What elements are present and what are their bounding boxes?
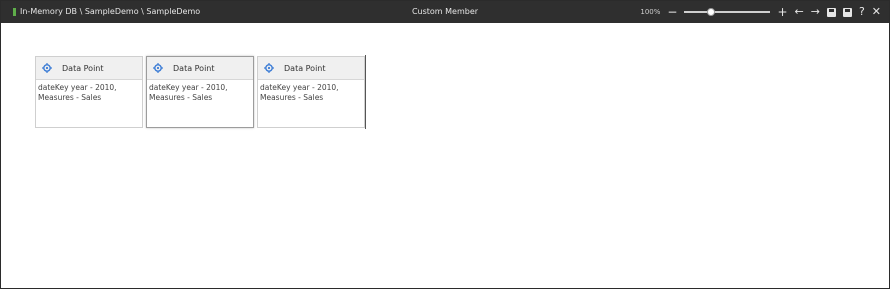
zoom-slider-thumb[interactable]: [707, 8, 716, 16]
card-line-2: Measures - Sales: [149, 93, 213, 102]
card-title: Data Point: [284, 63, 326, 73]
help-icon[interactable]: ?: [859, 6, 865, 18]
designer-canvas[interactable]: Data Point dateKey year - 2010, Measures…: [1, 23, 889, 287]
titlebar-controls: 100% − + ← → ? ✕: [640, 1, 881, 23]
zoom-in-button[interactable]: +: [777, 6, 787, 18]
data-point-card[interactable]: Data Point dateKey year - 2010, Measures…: [257, 56, 365, 128]
card-body: dateKey year - 2010, Measures - Sales: [36, 80, 142, 106]
close-icon[interactable]: ✕: [872, 6, 881, 18]
zoom-level: 100%: [640, 8, 661, 16]
card-line-1: dateKey year - 2010,: [38, 83, 117, 92]
card-line-1: dateKey year - 2010,: [260, 83, 339, 92]
breadcrumb: In-Memory DB \ SampleDemo \ SampleDemo: [13, 1, 200, 23]
zoom-slider-track: [684, 11, 771, 13]
data-point-card[interactable]: Data Point dateKey year - 2010, Measures…: [35, 56, 143, 128]
card-body: dateKey year - 2010, Measures - Sales: [147, 80, 253, 106]
zoom-slider[interactable]: [684, 7, 771, 17]
card-line-2: Measures - Sales: [260, 93, 324, 102]
drop-indicator-line: [365, 55, 366, 129]
gear-icon: [153, 63, 163, 73]
card-body: dateKey year - 2010, Measures - Sales: [258, 80, 364, 106]
back-arrow-icon[interactable]: ←: [795, 6, 804, 18]
forward-arrow-icon[interactable]: →: [811, 6, 820, 18]
zoom-out-button[interactable]: −: [667, 6, 677, 18]
card-header: Data Point: [258, 57, 364, 80]
grip-icon: [13, 8, 16, 16]
save-icon[interactable]: [826, 7, 836, 17]
breadcrumb-text: In-Memory DB \ SampleDemo \ SampleDemo: [20, 7, 201, 16]
card-header: Data Point: [36, 57, 142, 80]
card-header: Data Point: [147, 57, 253, 80]
gear-icon: [264, 63, 274, 73]
gear-icon: [42, 63, 52, 73]
card-title: Data Point: [173, 63, 215, 73]
data-point-card[interactable]: Data Point dateKey year - 2010, Measures…: [146, 56, 254, 128]
card-line-2: Measures - Sales: [38, 93, 102, 102]
card-line-1: dateKey year - 2010,: [149, 83, 228, 92]
title-bar: In-Memory DB \ SampleDemo \ SampleDemo C…: [1, 1, 889, 23]
custom-member-window: In-Memory DB \ SampleDemo \ SampleDemo C…: [0, 0, 890, 289]
card-title: Data Point: [62, 63, 104, 73]
save-as-icon[interactable]: [842, 7, 852, 17]
